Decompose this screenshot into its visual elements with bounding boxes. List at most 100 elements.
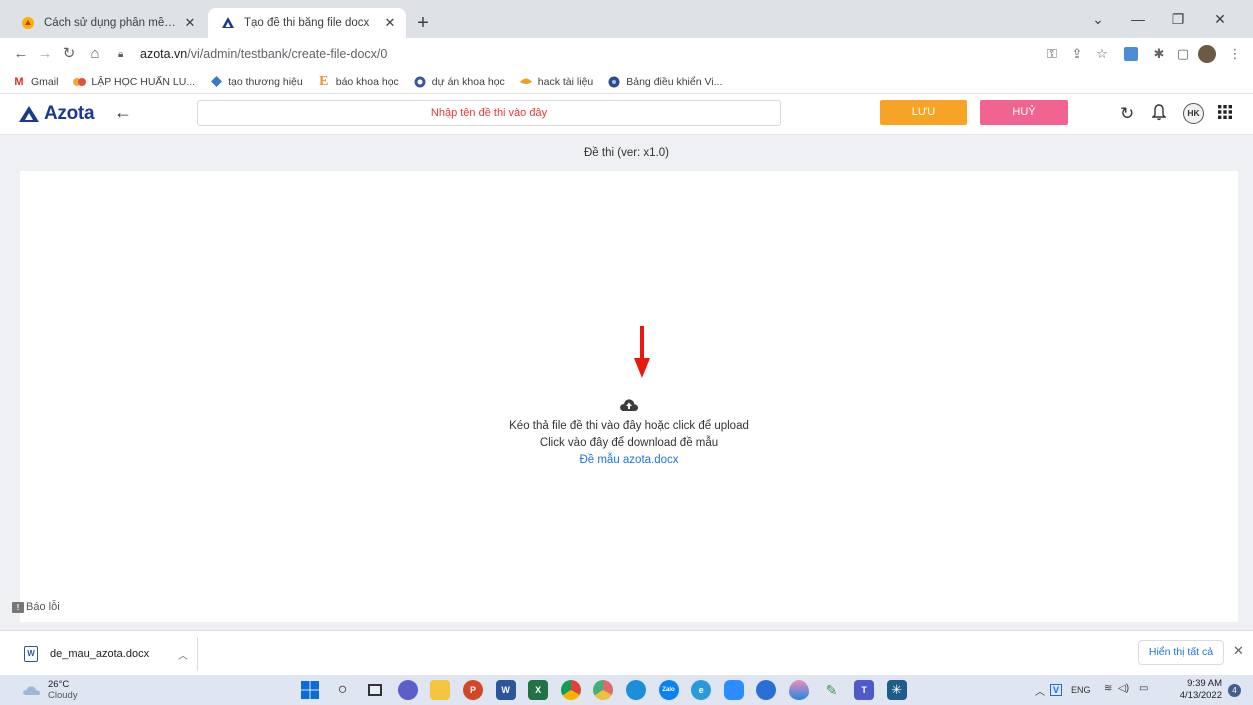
bell-icon[interactable] [1151,104,1167,124]
e-icon: E [319,73,329,89]
language-indicator[interactable]: ENG [1071,685,1091,695]
battery-icon[interactable]: ▭ [1139,683,1148,694]
bookmark-class[interactable]: LẬP HỌC HUẤN LU... [72,75,195,89]
bookmark-science-news[interactable]: E báo khoa học [317,73,399,89]
chrome-canary-icon[interactable] [593,680,614,700]
ie-icon[interactable]: e [691,680,712,700]
sample-file-link[interactable]: Đề mẫu azota.docx [579,454,678,466]
azota-logo-icon [19,106,39,122]
bookmark-star-icon[interactable]: ☆ [1093,45,1111,63]
browser-toolbar: ← → ↻ ⌂ 🔒︎ azota.vn/vi/admin/testbank/cr… [0,38,1253,70]
url-host: azota.vn [140,47,188,61]
chrome-icon[interactable] [560,680,581,700]
cancel-button[interactable]: HUỶ [980,100,1068,125]
bookmark-science-project[interactable]: dự án khoa học [413,75,505,89]
logo-text: Azota [44,103,95,124]
azota-logo[interactable]: Azota [18,103,95,125]
home-icon[interactable]: ⌂ [84,43,106,65]
user-avatar[interactable]: HK [1183,103,1204,124]
sample-link-row: Đề mẫu azota.docx [20,454,1238,466]
apps-grid-icon[interactable] [1217,104,1233,124]
app-header: Azota ← Nhập tên đề thi vào đây LƯU HUỶ … [0,94,1253,135]
bookmark-label: dự án khoa học [431,75,505,88]
powerpoint-icon[interactable]: P [462,680,483,700]
puzzle-icon[interactable]: ✱ [1150,45,1168,63]
tab-create-docx[interactable]: Tạo đề thi bằng file docx ✕ [208,8,406,38]
minimize-icon[interactable]: — [1118,8,1158,30]
feather-icon[interactable]: ✎ [822,680,842,700]
menu-dots-icon[interactable]: ⋮ [1226,45,1244,63]
upload-dropzone[interactable]: Kéo thả file đề thi vào đây hoặc click đ… [20,171,1238,622]
extension-icon[interactable] [1124,47,1138,61]
bookmark-dashboard[interactable]: Bảng điều khiển Vi... [607,75,722,89]
address-bar[interactable]: 🔒︎ azota.vn/vi/admin/testbank/create-fil… [118,42,1018,66]
close-download-bar-icon[interactable]: ✕ [1233,643,1244,659]
reload-icon[interactable]: ↻ [58,43,80,65]
bookmark-brand[interactable]: tạo thương hiệu [209,75,303,89]
cloud-upload-icon[interactable] [619,397,639,413]
unikey-icon[interactable]: V [1050,684,1062,696]
wifi-icon[interactable]: ≋ [1104,683,1112,694]
volume-icon[interactable]: ◁) [1118,683,1129,694]
excel-icon[interactable]: X [528,680,549,700]
paint-icon[interactable] [788,680,809,700]
notification-badge[interactable]: 4 [1228,684,1241,697]
upload-instruction[interactable]: Kéo thả file đề thi vào đây hoặc click đ… [20,420,1238,432]
tab-close-icon[interactable]: ✕ [382,15,398,31]
side-panel-icon[interactable]: ▢ [1174,45,1192,63]
zoom-icon[interactable] [723,680,744,700]
tab-close-icon[interactable]: ✕ [182,15,198,31]
system-clock[interactable]: 9:39 AM 4/13/2022 [1176,678,1222,702]
exam-title-input[interactable]: Nhập tên đề thi vào đây [197,100,781,126]
restore-icon[interactable]: ❐ [1158,8,1198,30]
tab-search-icon[interactable]: ⌄ [1078,8,1118,30]
bird-icon [519,75,533,89]
share-icon[interactable]: ⇪ [1068,45,1086,63]
zalo-icon[interactable]: Zalo [658,680,679,700]
brand-icon [209,75,223,89]
save-button[interactable]: LƯU [880,100,967,125]
profile-icon[interactable] [1198,45,1216,63]
bookmark-gmail[interactable]: M Gmail [12,75,58,89]
new-tab-button[interactable]: + [412,12,434,34]
task-view-icon[interactable] [365,680,385,700]
app-blue-icon[interactable] [756,680,777,700]
azota-favicon-icon [220,15,236,31]
close-window-icon[interactable]: ✕ [1200,8,1240,30]
chat-icon[interactable] [397,680,418,700]
tab-azota-guide[interactable]: Cách sử dụng phần mềm Azota l ✕ [8,8,206,38]
weather-condition: Cloudy [48,690,78,701]
bookmark-label: LẬP HỌC HUẤN LU... [91,75,196,88]
word-icon[interactable]: W [495,680,516,700]
report-error-button[interactable]: ! Báo lỗi [12,601,60,613]
download-item[interactable]: W de_mau_azota.docx ︿ [10,637,198,671]
show-hidden-icons[interactable]: ︿ [1035,683,1045,698]
bookmarks-bar: M Gmail LẬP HỌC HUẤN LU... tạo thương hi… [0,70,1253,94]
lock-icon: 🔒︎ [118,48,124,60]
search-icon[interactable]: ○ [333,680,353,700]
file-explorer-icon[interactable] [430,680,451,700]
clock-date: 4/13/2022 [1179,690,1222,701]
windows-taskbar: 26°C Cloudy ○ P W X Zalo e ✎ T ✳ ︿ V ENG… [0,675,1253,705]
tab-strip: Cách sử dụng phần mềm Azota l ✕ Tạo đề t… [0,0,1253,38]
windows-start-icon[interactable] [300,680,320,700]
edge-icon[interactable] [625,680,646,700]
url-path: /vi/admin/testbank/create-file-docx/0 [187,47,388,61]
forward-icon[interactable]: → [34,43,56,65]
tab-title: Cách sử dụng phần mềm Azota l [44,17,182,29]
snowflake-app-icon[interactable]: ✳ [886,680,907,700]
chevron-up-icon[interactable]: ︿ [178,647,188,662]
bookmark-label: hack tài liệu [537,75,594,88]
globe-icon [413,75,427,89]
word-file-icon: W [24,646,38,662]
bookmark-hack-docs[interactable]: hack tài liệu [519,75,593,89]
bookmark-label: tạo thương hiệu [228,75,303,88]
key-icon[interactable]: ⚿ [1043,45,1061,63]
download-template-text[interactable]: Click vào đây để download đề mẫu [20,437,1238,449]
back-arrow-icon[interactable]: ← [114,102,132,123]
weather-widget[interactable]: 26°C Cloudy [22,679,78,701]
back-icon[interactable]: ← [10,43,32,65]
teams-icon[interactable]: T [854,680,875,700]
refresh-icon[interactable]: ↻ [1120,104,1134,124]
show-all-downloads-button[interactable]: Hiển thị tất cả [1138,640,1224,665]
